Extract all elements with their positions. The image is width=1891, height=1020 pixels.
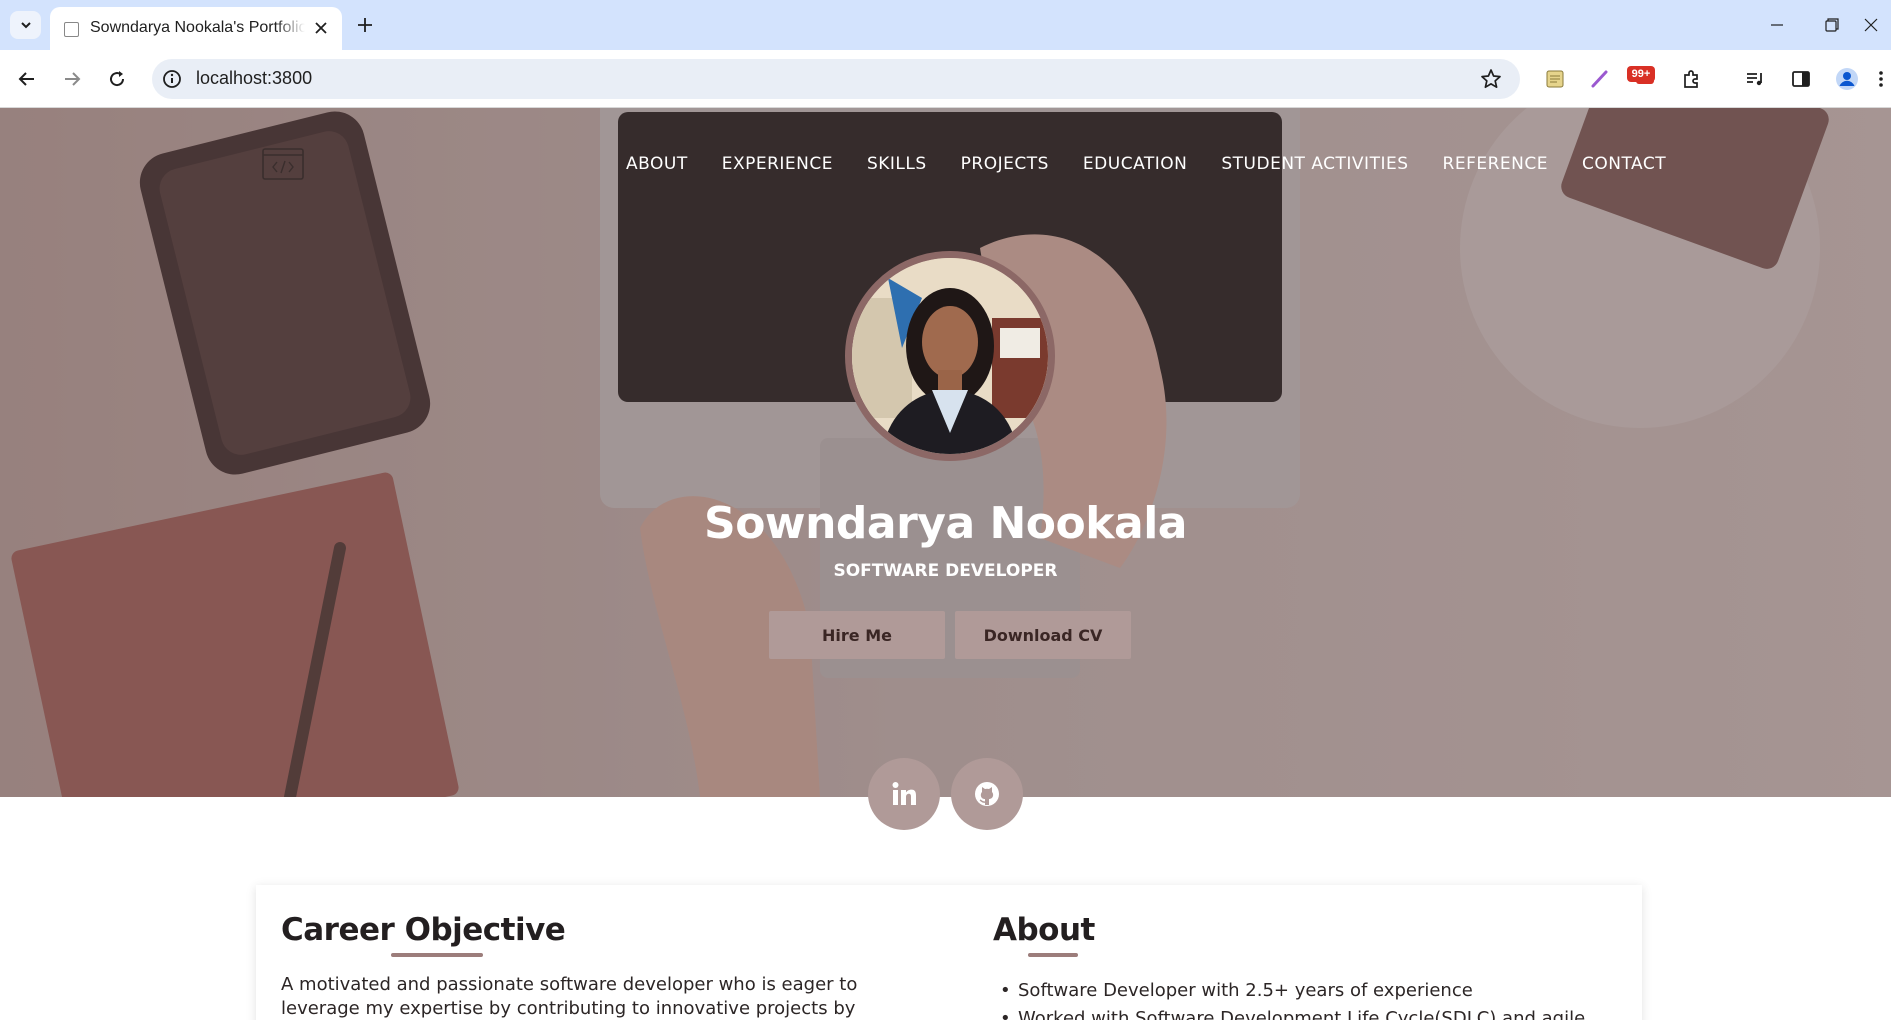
close-window-button[interactable] xyxy=(1864,10,1891,40)
nav-experience[interactable]: EXPERIENCE xyxy=(722,154,833,174)
menu-icon[interactable] xyxy=(1874,66,1888,92)
plus-icon xyxy=(358,18,372,32)
close-icon xyxy=(1864,18,1878,32)
hero-role: SOFTWARE DEVELOPER xyxy=(833,561,1058,581)
main-nav: ABOUT EXPERIENCE SKILLS PROJECTS EDUCATI… xyxy=(626,154,1666,174)
nav-projects[interactable]: PROJECTS xyxy=(961,154,1049,174)
github-icon xyxy=(975,782,999,806)
profile-photo xyxy=(845,251,1055,461)
profile-avatar-icon[interactable] xyxy=(1834,66,1860,92)
address-bar[interactable]: localhost:3800 xyxy=(152,59,1520,99)
reload-icon xyxy=(110,71,125,87)
list-item: Worked with Software Development Life Cy… xyxy=(994,1005,1585,1020)
extension-badge: 99+ xyxy=(1627,66,1655,82)
arrow-right-icon xyxy=(65,72,81,86)
page-favicon-icon xyxy=(64,22,79,37)
title-underline xyxy=(1028,953,1078,957)
tab-close-button[interactable] xyxy=(310,17,332,39)
minimize-icon xyxy=(1771,24,1783,26)
about-title: About xyxy=(993,912,1095,948)
side-panel-icon[interactable] xyxy=(1788,66,1814,92)
download-cv-button[interactable]: Download CV xyxy=(955,611,1131,659)
tab-search-button[interactable] xyxy=(10,11,41,39)
star-icon[interactable] xyxy=(1480,68,1502,90)
reload-button[interactable] xyxy=(101,63,133,95)
code-window-icon[interactable] xyxy=(262,148,304,180)
restore-icon xyxy=(1825,18,1839,32)
extensions-puzzle-icon[interactable] xyxy=(1678,66,1704,92)
linkedin-icon xyxy=(892,782,916,805)
nav-contact[interactable]: CONTACT xyxy=(1582,154,1666,174)
nav-skills[interactable]: SKILLS xyxy=(867,154,927,174)
hero-section: ABOUT EXPERIENCE SKILLS PROJECTS EDUCATI… xyxy=(0,108,1891,797)
forward-button[interactable] xyxy=(56,63,88,95)
browser-tab[interactable]: Sowndarya Nookala's Portfolio xyxy=(50,7,342,50)
intro-card: Career Objective A motivated and passion… xyxy=(256,885,1642,1020)
url-text[interactable]: localhost:3800 xyxy=(196,68,312,89)
nav-about[interactable]: ABOUT xyxy=(626,154,688,174)
linkedin-button[interactable] xyxy=(868,758,940,830)
nav-student-activities[interactable]: STUDENT ACTIVITIES xyxy=(1221,154,1408,174)
about-list: Software Developer with 2.5+ years of ex… xyxy=(994,977,1585,1020)
new-tab-button[interactable] xyxy=(352,12,378,38)
browser-toolbar: localhost:3800 xyxy=(0,50,1891,108)
nav-reference[interactable]: REFERENCE xyxy=(1443,154,1548,174)
title-underline xyxy=(391,953,483,957)
arrow-left-icon xyxy=(18,72,34,86)
hire-me-button[interactable]: Hire Me xyxy=(769,611,945,659)
info-icon[interactable] xyxy=(162,69,182,89)
nav-education[interactable]: EDUCATION xyxy=(1083,154,1187,174)
career-objective-line: A motivated and passionate software deve… xyxy=(281,974,858,995)
career-objective-line: leverage my expertise by contributing to… xyxy=(281,998,856,1019)
back-button[interactable] xyxy=(11,63,43,95)
hero-name: Sowndarya Nookala xyxy=(704,498,1187,549)
restore-button[interactable] xyxy=(1812,10,1852,40)
tab-title: Sowndarya Nookala's Portfolio xyxy=(90,19,305,37)
pen-extension-icon[interactable] xyxy=(1587,66,1613,92)
media-control-icon[interactable] xyxy=(1742,66,1768,92)
github-button[interactable] xyxy=(951,758,1023,830)
minimize-button[interactable] xyxy=(1757,10,1797,40)
list-item: Software Developer with 2.5+ years of ex… xyxy=(994,977,1585,1005)
chevron-down-icon xyxy=(20,22,31,29)
notes-extension-icon[interactable] xyxy=(1542,66,1568,92)
career-objective-title: Career Objective xyxy=(281,912,566,948)
browser-tabstrip: Sowndarya Nookala's Portfolio xyxy=(0,0,1891,50)
close-icon xyxy=(315,22,327,34)
